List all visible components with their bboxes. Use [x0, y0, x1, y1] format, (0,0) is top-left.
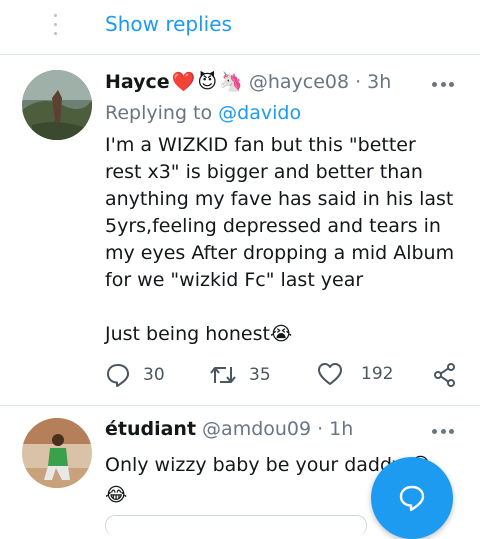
show-replies-link[interactable]: Show replies: [105, 12, 232, 36]
avatar[interactable]: [22, 418, 92, 488]
user-handle[interactable]: @hayce08: [249, 71, 349, 93]
devil-emoji: 😈: [197, 70, 218, 93]
replying-to: Replying to @davido: [105, 102, 301, 124]
replying-mention[interactable]: @davido: [218, 102, 301, 124]
unicorn-emoji: 🦄: [219, 71, 243, 93]
reply-composer[interactable]: [105, 515, 367, 536]
divider: [0, 54, 480, 55]
show-replies-row[interactable]: Show replies: [0, 0, 480, 54]
share-button[interactable]: [432, 362, 470, 388]
more-horizontal-icon[interactable]: [432, 82, 454, 88]
display-name[interactable]: Hayce: [105, 71, 170, 93]
more-vertical-icon: [54, 14, 58, 40]
reply-button[interactable]: 30: [105, 362, 165, 388]
timestamp[interactable]: 3h: [367, 71, 391, 93]
compose-reply-icon: [399, 485, 425, 512]
like-icon: [318, 363, 342, 385]
user-handle[interactable]: @amdou09: [202, 418, 311, 440]
meta-separator: ·: [355, 70, 362, 93]
retweet-button[interactable]: 35: [209, 362, 271, 388]
tweet-actions: 30 35 192: [105, 362, 460, 392]
meta-separator: ·: [317, 418, 324, 440]
reply-count: 30: [143, 365, 165, 385]
like-button[interactable]: 192: [317, 362, 393, 386]
compose-reply-button[interactable]: [371, 457, 453, 539]
tweet-paragraph: Just being honest😭: [105, 323, 293, 345]
timestamp[interactable]: 1h: [329, 418, 353, 440]
share-icon: [434, 363, 455, 387]
display-name[interactable]: étudiant: [105, 418, 196, 440]
reply-icon: [107, 364, 129, 387]
heart-emoji: ❤️: [171, 71, 196, 93]
more-horizontal-icon[interactable]: [432, 429, 454, 435]
retweet-count: 35: [249, 365, 271, 385]
tweet-text: I'm a WIZKID fan but this "better rest x…: [105, 132, 455, 348]
avatar[interactable]: [22, 70, 92, 140]
replying-prefix: Replying to: [105, 102, 213, 124]
retweet-icon: [210, 367, 236, 383]
tweet-paragraph: I'm a WIZKID fan but this "better rest x…: [105, 134, 455, 291]
divider: [0, 405, 480, 406]
like-count: 192: [361, 364, 394, 384]
